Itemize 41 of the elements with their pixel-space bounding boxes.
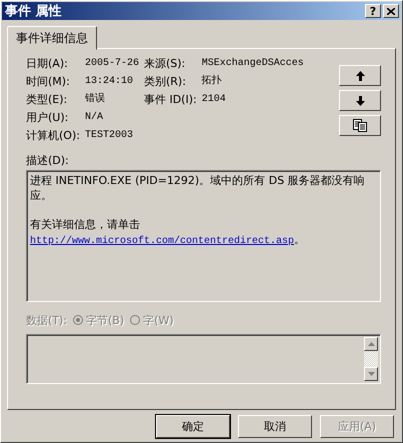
scroll-down-button[interactable] xyxy=(364,367,378,381)
data-box[interactable] xyxy=(26,334,381,384)
field-value: 错误 xyxy=(84,93,106,107)
field-value: TEST2003 xyxy=(84,129,134,143)
field-label: 用户(U): xyxy=(26,111,70,125)
help-button[interactable]: ? xyxy=(365,4,381,18)
scrollbar[interactable] xyxy=(364,337,378,381)
field-value: 拓扑 xyxy=(202,75,223,89)
down-button[interactable] xyxy=(339,90,381,111)
copy-icon xyxy=(353,119,367,132)
data-label: 数据(T): xyxy=(26,312,68,328)
field-value: 2005-7-26 xyxy=(84,57,139,71)
copy-button[interactable] xyxy=(339,115,381,136)
dialog-button[interactable]: 取消 xyxy=(238,415,312,438)
down-arrow-icon xyxy=(356,96,364,106)
tab[interactable]: 事件详细信息 xyxy=(7,26,97,50)
down-triangle-icon xyxy=(368,372,374,376)
field-label: 类别(R): xyxy=(144,75,187,89)
close-button[interactable] xyxy=(383,4,399,18)
field-label: 时间(M): xyxy=(26,75,71,89)
field-label: 事件 ID(I): xyxy=(144,93,197,107)
field-label: 计算机(O): xyxy=(26,129,80,143)
description-label: 描述(D): xyxy=(26,153,70,168)
link[interactable]: http://www.microsoft.com/contentredirect.asp xyxy=(30,236,294,247)
field-value: N/A xyxy=(84,111,104,125)
description-text: 进程 INETINFO.EXE (PID=1292)。域中的所有 DS 服务器都没有响应。 xyxy=(30,173,366,203)
scroll-up-button[interactable] xyxy=(364,337,378,351)
field-value: 13:24:10 xyxy=(84,75,134,89)
up-arrow-icon xyxy=(356,70,364,80)
description-text: 有关详细信息，请单击 http://www.microsoft.com/contentredirect.asp。 xyxy=(30,217,306,249)
up-triangle-icon xyxy=(368,342,374,346)
dialog-button[interactable]: 确定 xyxy=(156,415,230,438)
description-box[interactable]: 进程 INETINFO.EXE (PID=1292)。域中的所有 DS 服务器都没有响应。 有关详细信息，请单击 http://www.microsoft.com/contentredirect.asp。 xyxy=(26,170,381,302)
field-label: 日期(A): xyxy=(26,57,69,71)
up-button[interactable] xyxy=(339,65,381,86)
field-value: 2104 xyxy=(202,93,227,107)
window-title: 事件 属性 xyxy=(4,4,62,19)
field-label: 类型(E): xyxy=(26,93,68,107)
close-icon xyxy=(387,8,395,14)
field-value: MSExchangeDSAcces xyxy=(202,57,304,71)
field-label: 来源(S): xyxy=(144,57,186,71)
